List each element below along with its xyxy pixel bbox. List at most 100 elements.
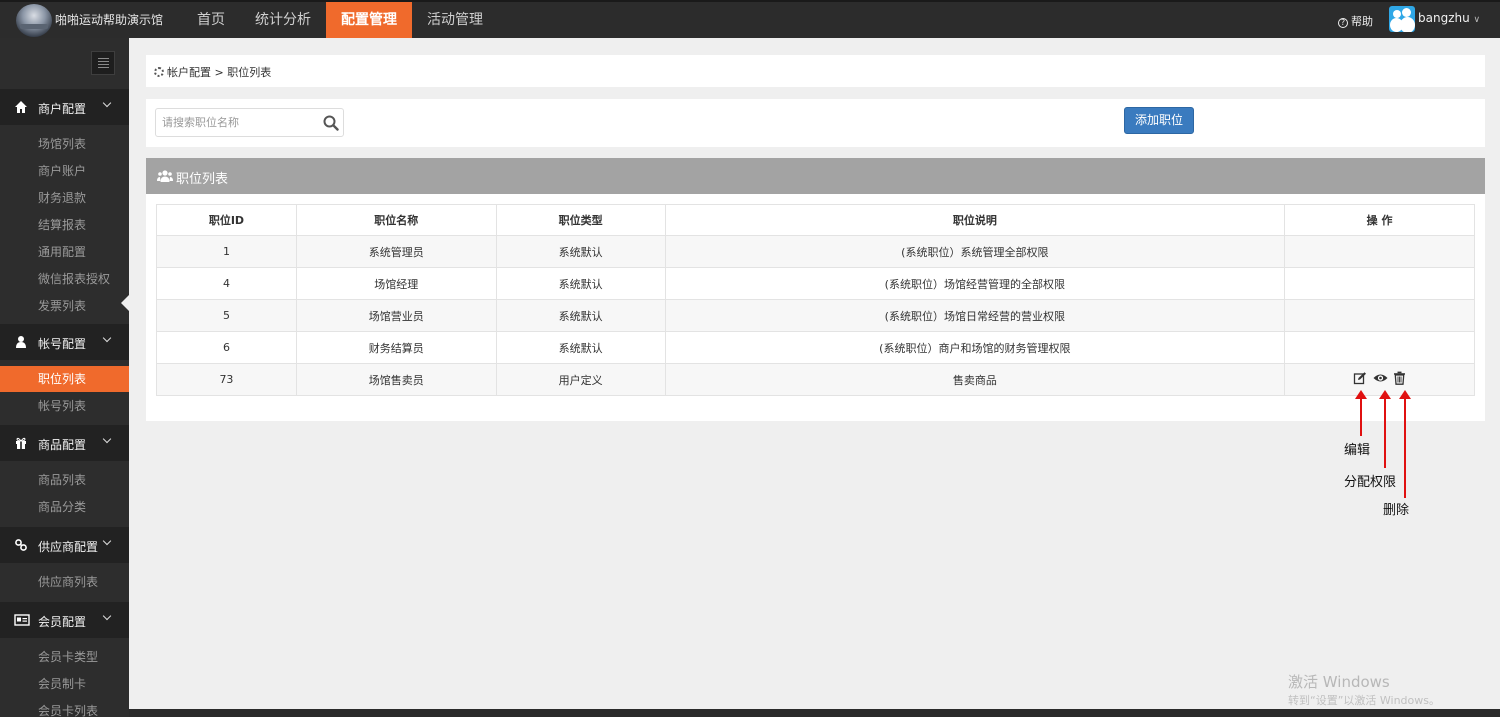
list-title: 职位列表: [176, 172, 229, 187]
eye-icon[interactable]: [1373, 371, 1388, 385]
sidebar: 商户配置 场馆列表 商户账户 财务退款 结算报表 通用配置 微信报表授权 发票列…: [0, 38, 129, 717]
cell-id: 73: [156, 363, 297, 396]
sidebar-item-goods-category[interactable]: 商品分类: [0, 494, 129, 520]
sidebar-item-account-list[interactable]: 帐号列表: [0, 393, 129, 419]
table-row: 6 财务结算员 系统默认 (系统职位）商户和场馆的财务管理权限: [156, 331, 1475, 364]
sidebar-group-goods[interactable]: 商品配置: [0, 425, 129, 461]
col-header-type: 职位类型: [495, 204, 666, 236]
cell-ops: [1284, 331, 1475, 364]
sidebar-toggle-button[interactable]: [91, 51, 115, 75]
cell-desc: 售卖商品: [664, 363, 1286, 396]
cell-name: 场馆营业员: [295, 299, 497, 332]
sidebar-item-card-type[interactable]: 会员卡类型: [0, 644, 129, 670]
sidebar-group-member[interactable]: 会员配置: [0, 602, 129, 638]
sidebar-item-venue-list[interactable]: 场馆列表: [0, 131, 129, 157]
annotation-delete: 删除: [1383, 503, 1410, 518]
table-row: 4 场馆经理 系统默认 (系统职位）场馆经营管理的全部权限: [156, 267, 1475, 300]
table-row: 1 系统管理员 系统默认 (系统职位）系统管理全部权限: [156, 235, 1475, 268]
help-link[interactable]: ? 帮助: [1338, 13, 1373, 29]
chevron-down-icon: [104, 100, 112, 108]
cell-type: 系统默认: [495, 267, 666, 300]
annotation-arrow-delete: [1399, 390, 1411, 498]
bottom-strip: [129, 709, 1500, 717]
breadcrumb-separator: >: [214, 66, 224, 79]
nav-activity[interactable]: 活动管理: [412, 2, 498, 38]
link-icon: [14, 538, 28, 552]
table-header-row: 职位ID 职位名称 职位类型 职位说明 操 作: [156, 204, 1475, 236]
main-nav: 首页 统计分析 配置管理 活动管理: [182, 2, 498, 38]
nav-config[interactable]: 配置管理: [326, 2, 412, 38]
sidebar-item-position-list[interactable]: 职位列表: [0, 366, 129, 392]
nav-home[interactable]: 首页: [182, 2, 240, 38]
cell-name: 场馆经理: [295, 267, 497, 300]
home-icon: [14, 100, 28, 114]
cell-type: 系统默认: [495, 235, 666, 268]
sidebar-group-account[interactable]: 帐号配置: [0, 324, 129, 360]
col-header-desc: 职位说明: [664, 204, 1286, 236]
sidebar-item-goods-list[interactable]: 商品列表: [0, 467, 129, 493]
sidebar-group-merchant[interactable]: 商户配置: [0, 89, 129, 125]
cell-type: 系统默认: [495, 299, 666, 332]
cell-id: 4: [156, 267, 297, 300]
sidebar-item-wechat-auth[interactable]: 微信报表授权: [0, 266, 129, 292]
search-icon[interactable]: [323, 115, 339, 131]
chevron-down-icon: [104, 613, 112, 621]
user-icon: [14, 335, 28, 349]
cell-type: 用户定义: [495, 363, 666, 396]
sidebar-item-invoice-list[interactable]: 发票列表: [0, 293, 129, 319]
annotation-permission: 分配权限: [1344, 475, 1397, 490]
sidebar-item-refund[interactable]: 财务退款: [0, 185, 129, 211]
cell-id: 5: [156, 299, 297, 332]
breadcrumb-parent[interactable]: 帐户配置: [167, 66, 211, 79]
chevron-down-icon: ∨: [1473, 15, 1481, 25]
sidebar-group-label: 商户配置: [38, 102, 87, 116]
search-box: [155, 108, 344, 137]
table-row: 5 场馆营业员 系统默认 (系统职位）场馆日常经营的营业权限: [156, 299, 1475, 332]
search-panel: 添加职位: [146, 99, 1485, 147]
sidebar-item-general-config[interactable]: 通用配置: [0, 239, 129, 265]
position-table: 职位ID 职位名称 职位类型 职位说明 操 作 1 系统管理员 系统默认 (系统…: [156, 204, 1475, 396]
breadcrumb-panel: 帐户配置 > 职位列表: [146, 55, 1485, 87]
annotation-edit: 编辑: [1344, 443, 1371, 458]
cell-ops: [1284, 267, 1475, 300]
table-row: 73 场馆售卖员 用户定义 售卖商品: [156, 363, 1475, 396]
avatar[interactable]: [1389, 6, 1415, 32]
sidebar-item-merchant-account[interactable]: 商户账户: [0, 158, 129, 184]
search-input[interactable]: [156, 109, 316, 136]
sidebar-item-card-issue[interactable]: 会员制卡: [0, 671, 129, 697]
help-label: 帮助: [1351, 15, 1373, 28]
sidebar-item-supplier-list[interactable]: 供应商列表: [0, 569, 129, 595]
sidebar-group-label: 会员配置: [38, 615, 87, 629]
sidebar-group-supplier[interactable]: 供应商配置: [0, 527, 129, 563]
cell-ops: [1284, 299, 1475, 332]
cell-desc: (系统职位）场馆日常经营的营业权限: [664, 299, 1286, 332]
add-position-button[interactable]: 添加职位: [1124, 107, 1194, 134]
position-list-panel: 职位列表 职位ID 职位名称 职位类型 职位说明 操 作 1 系统管理员 系统默…: [146, 158, 1485, 421]
breadcrumb: 帐户配置 > 职位列表: [154, 64, 271, 80]
annotation-arrow-edit: [1355, 390, 1367, 436]
sidebar-item-card-list[interactable]: 会员卡列表: [0, 698, 129, 717]
active-group-pointer: [121, 294, 130, 312]
edit-icon[interactable]: [1353, 371, 1367, 385]
activation-watermark-hint: 转到“设置”以激活 Windows。: [1288, 694, 1440, 707]
id-card-icon: [14, 613, 30, 627]
breadcrumb-current: 职位列表: [227, 66, 272, 79]
list-header: 职位列表: [146, 158, 1485, 194]
nav-statistics[interactable]: 统计分析: [240, 2, 326, 38]
chevron-down-icon: [104, 335, 112, 343]
sidebar-group-label: 帐号配置: [38, 337, 87, 351]
top-nav-bar: 啪啪运动帮助演示馆 首页 统计分析 配置管理 活动管理 ? 帮助 bangzhu …: [0, 0, 1500, 38]
username: bangzhu: [1418, 11, 1470, 25]
cell-name: 财务结算员: [295, 331, 497, 364]
gear-icon: [154, 67, 164, 77]
sidebar-group-label: 商品配置: [38, 438, 87, 452]
cell-desc: (系统职位）场馆经营管理的全部权限: [664, 267, 1286, 300]
cell-id: 1: [156, 235, 297, 268]
users-icon: [157, 170, 173, 182]
user-menu[interactable]: bangzhu ∨: [1418, 11, 1480, 25]
trash-icon[interactable]: [1393, 371, 1407, 385]
sidebar-item-settlement-report[interactable]: 结算报表: [0, 212, 129, 238]
annotation-arrow-permission: [1379, 390, 1391, 468]
sidebar-group-label: 供应商配置: [38, 540, 99, 554]
chevron-down-icon: [104, 538, 112, 546]
